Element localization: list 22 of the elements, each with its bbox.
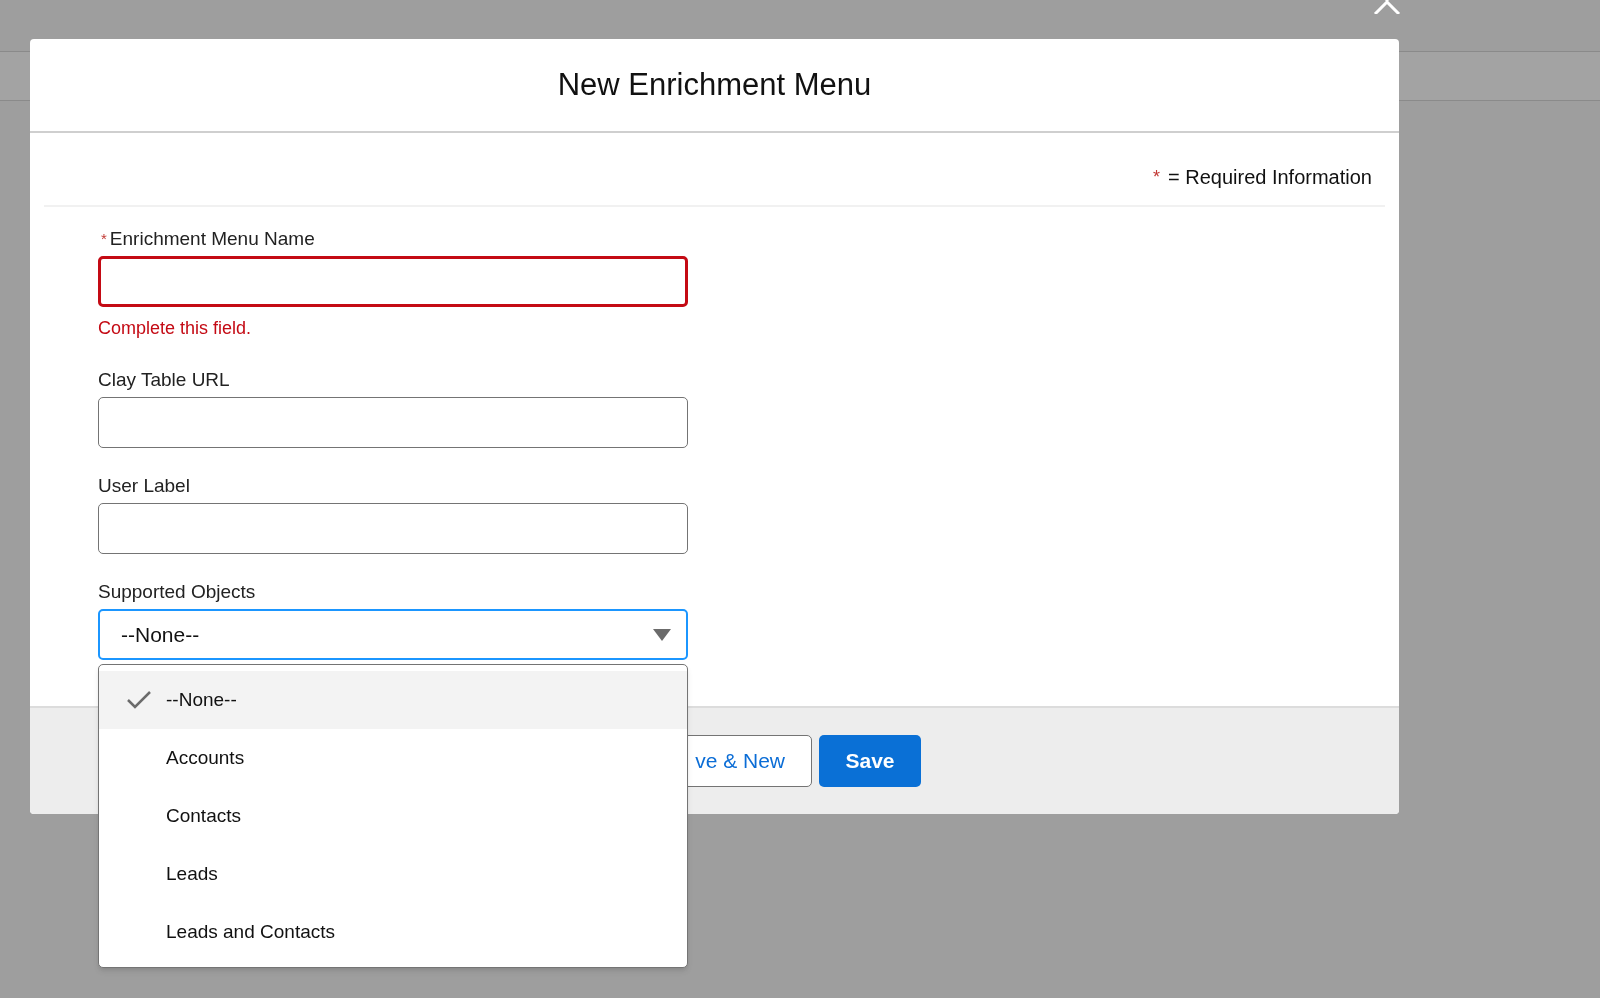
text-input[interactable] xyxy=(98,503,688,554)
check-icon xyxy=(126,690,152,710)
required-asterisk: * xyxy=(100,228,107,249)
text-input[interactable] xyxy=(98,256,688,307)
close-icon[interactable] xyxy=(1373,0,1401,14)
field-label: Supported Objects xyxy=(98,579,256,604)
dropdown-option[interactable]: Accounts xyxy=(99,729,687,787)
field-label: User Label xyxy=(98,473,190,498)
modal-title: New Enrichment Menu xyxy=(557,65,872,104)
dropdown-option[interactable]: Leads xyxy=(99,845,687,903)
dropdown-option[interactable]: Contacts xyxy=(99,787,687,845)
dropdown-option[interactable]: --None-- xyxy=(99,671,687,729)
required-note: = Required Information xyxy=(1168,165,1372,190)
text-input[interactable] xyxy=(98,397,688,448)
select-dropdown[interactable]: --None-- xyxy=(98,609,688,660)
dropdown-option[interactable]: Leads and Contacts xyxy=(99,903,687,961)
error-message: Complete this field. xyxy=(98,317,253,340)
caret-down-icon xyxy=(653,628,671,641)
save-button[interactable]: Save xyxy=(819,735,921,787)
field-label: Enrichment Menu Name xyxy=(109,226,315,251)
required-asterisk: * xyxy=(1152,165,1160,189)
field-label: Clay Table URL xyxy=(98,367,230,392)
